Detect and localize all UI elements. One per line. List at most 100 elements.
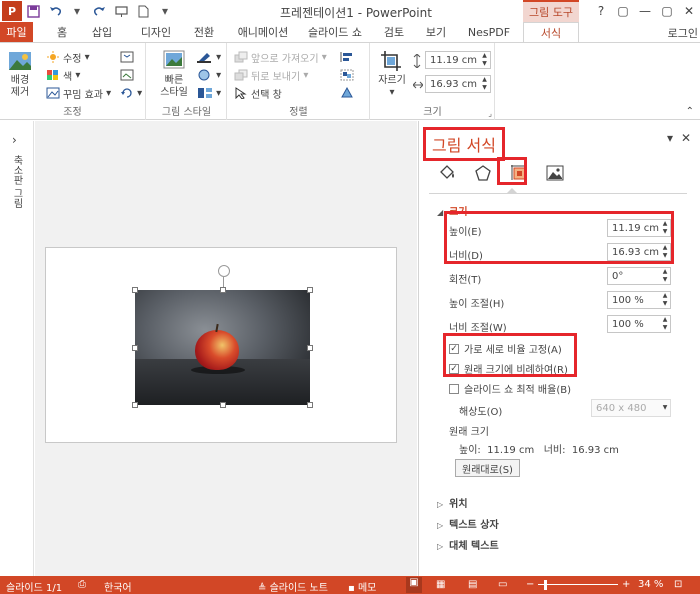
color-button[interactable]: 색 ▾ (46, 67, 80, 83)
thumbnail-pane-label[interactable]: 축소판 그림 (9, 155, 24, 208)
crop-button[interactable]: 자르기 ▾ (375, 49, 409, 99)
spin-arrows-icon[interactable]: ▲ ▼ (661, 292, 669, 308)
customize-qat-icon[interactable]: ▾ (154, 0, 176, 22)
spin-arrows-icon[interactable]: ▲ ▼ (480, 76, 489, 92)
zoom-slider[interactable] (538, 584, 618, 585)
bring-forward-button[interactable]: 앞으로 가져오기 ▾ (234, 49, 327, 65)
tab-transitions[interactable]: 전환 (186, 22, 222, 42)
resize-handle[interactable] (307, 287, 313, 293)
collapse-ribbon-icon[interactable]: ⌃ (686, 106, 694, 117)
apple-picture[interactable] (135, 290, 310, 405)
language-indicator[interactable]: 한국어 (104, 579, 132, 594)
spell-check-icon[interactable]: ⎙ (78, 579, 86, 590)
tab-home[interactable]: 홈 (44, 22, 80, 42)
tab-insert[interactable]: 삽입 (84, 22, 120, 42)
picture-icon[interactable] (537, 161, 573, 185)
spin-arrows-icon[interactable]: ▲ ▼ (661, 316, 669, 332)
rotation-handle[interactable] (218, 265, 230, 277)
dropdown-arrow-icon[interactable]: ▾ (66, 0, 88, 22)
picture-layout-button[interactable]: ▾ (197, 85, 221, 101)
size-dialog-launcher-icon[interactable]: ⌟ (488, 109, 492, 118)
resize-handle[interactable] (132, 402, 138, 408)
resize-handle[interactable] (132, 287, 138, 293)
fill-line-icon[interactable] (429, 161, 465, 185)
redo-icon[interactable] (88, 0, 110, 22)
width-input[interactable]: 16.93 cm ▲ ▼ (607, 243, 671, 261)
tab-file[interactable]: 파일 (0, 22, 33, 42)
expand-thumbnails-icon[interactable]: › (12, 133, 17, 147)
picture-border-button[interactable]: ▾ (197, 49, 221, 65)
new-document-icon[interactable] (132, 0, 154, 22)
effects-icon[interactable] (465, 161, 501, 185)
textbox-section-header[interactable]: ▷ 텍스트 상자 (437, 516, 499, 531)
zoom-out-icon[interactable]: − (526, 579, 534, 590)
slideshow-from-start-icon[interactable] (110, 0, 132, 22)
close-icon[interactable]: ✕ (678, 0, 700, 22)
artistic-effects-button[interactable]: 꾸밈 효과 ▾ (46, 85, 111, 101)
scale-height-input[interactable]: 100 % ▲ ▼ (607, 291, 671, 309)
group-objects-icon[interactable] (340, 67, 354, 83)
close-pane-icon[interactable]: ✕ (681, 131, 691, 145)
best-scale-checkbox[interactable]: 슬라이드 쇼 최적 배율(B) (449, 381, 571, 396)
align-icon[interactable] (340, 49, 354, 65)
alt-text-section-header[interactable]: ▷ 대체 텍스트 (437, 537, 499, 552)
scale-width-input[interactable]: 100 % ▲ ▼ (607, 315, 671, 333)
compress-pictures-icon[interactable] (120, 49, 134, 65)
tab-nespdf[interactable]: NesPDF (464, 22, 514, 42)
rotation-input[interactable]: 0° ▲ ▼ (607, 267, 671, 285)
send-backward-button[interactable]: 뒤로 보내기 ▾ (234, 67, 308, 83)
comments-button[interactable]: ▪ 메모 (348, 579, 376, 594)
lock-aspect-checkbox[interactable]: ✓ 가로 세로 비율 고정(A) (449, 341, 562, 356)
minimize-icon[interactable]: — (634, 0, 656, 22)
change-picture-icon[interactable] (120, 67, 134, 83)
reset-size-button[interactable]: 원래대로(S) (455, 459, 520, 477)
rotate-objects-icon[interactable] (340, 85, 354, 101)
position-section-header[interactable]: ▷ 위치 (437, 495, 468, 510)
height-input[interactable]: 11.19 cm ▲ ▼ (607, 219, 671, 237)
tab-view[interactable]: 보기 (418, 22, 454, 42)
reading-view-icon[interactable]: ▤ (468, 579, 477, 590)
relative-original-checkbox[interactable]: ✓ 원래 크기에 비례하여(R) (449, 361, 568, 376)
zoom-level[interactable]: 34 % (638, 579, 663, 590)
resize-handle[interactable] (132, 345, 138, 351)
spin-arrows-icon[interactable]: ▲ ▼ (661, 268, 669, 284)
resize-handle[interactable] (307, 345, 313, 351)
spin-arrows-icon[interactable]: ▲ ▼ (661, 244, 669, 260)
slideshow-view-icon[interactable]: ▭ (498, 579, 507, 590)
slide-canvas[interactable] (45, 247, 397, 443)
resize-handle[interactable] (307, 402, 313, 408)
shape-height-input[interactable]: 11.19 cm ▲ ▼ (425, 51, 491, 69)
normal-view-icon[interactable]: ▣ (406, 577, 422, 593)
resize-handle[interactable] (220, 287, 226, 293)
undo-icon[interactable] (44, 0, 66, 22)
reset-picture-icon[interactable]: ▾ (120, 85, 142, 101)
tab-animations[interactable]: 애니메이션 (230, 22, 296, 42)
help-icon[interactable]: ? (590, 0, 612, 22)
tab-slideshow[interactable]: 슬라이드 쇼 (303, 22, 367, 42)
spin-arrows-icon[interactable]: ▲ ▼ (480, 52, 489, 68)
resolution-select[interactable]: 640 x 480 ▼ (591, 399, 671, 417)
remove-background-button[interactable]: 배경 제거 (6, 49, 34, 99)
pane-options-icon[interactable]: ▾ (667, 131, 673, 145)
quick-styles-button[interactable]: 빠른 스타일 (157, 49, 191, 99)
sign-in-link[interactable]: 로그인 (668, 25, 698, 41)
picture-effects-button[interactable]: ▾ (197, 67, 221, 83)
corrections-button[interactable]: 수정 ▾ (46, 49, 90, 65)
ribbon-display-icon[interactable]: ▢ (612, 0, 634, 22)
tab-design[interactable]: 디자인 (134, 22, 178, 42)
format-picture-pane: 그림 서식 ▾ ✕ ◢ 크기 높이(E) 11.19 cm ▲ ▼ 너비(D) 16.… (418, 121, 700, 576)
tab-format[interactable]: 서식 (523, 22, 579, 43)
maximize-icon[interactable]: ▢ (656, 0, 678, 22)
fit-to-window-icon[interactable]: ⊡ (674, 579, 682, 590)
save-icon[interactable] (22, 0, 44, 22)
selection-pane-button[interactable]: 선택 창 (234, 85, 282, 101)
zoom-in-icon[interactable]: + (622, 579, 630, 590)
remove-background-icon (9, 52, 31, 70)
spin-arrows-icon[interactable]: ▲ ▼ (661, 220, 669, 236)
zoom-slider-thumb[interactable] (544, 580, 547, 590)
slide-sorter-icon[interactable]: ▦ (436, 579, 445, 590)
notes-button[interactable]: ≜ 슬라이드 노트 (258, 579, 328, 594)
shape-width-input[interactable]: 16.93 cm ▲ ▼ (425, 75, 491, 93)
tab-review[interactable]: 검토 (376, 22, 412, 42)
resize-handle[interactable] (220, 402, 226, 408)
